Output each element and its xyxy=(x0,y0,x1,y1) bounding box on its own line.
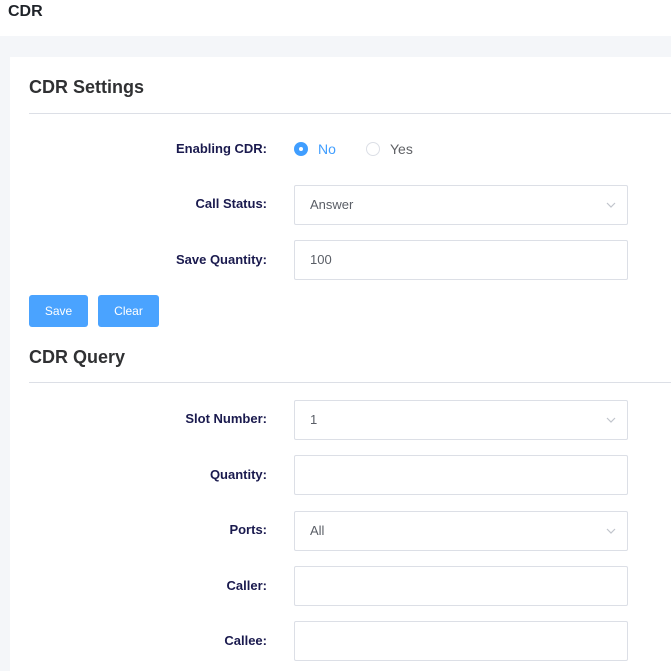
radio-label-no: No xyxy=(318,141,336,157)
radio-label-yes: Yes xyxy=(390,141,413,157)
quantity-input[interactable] xyxy=(294,455,628,495)
radio-checked-icon xyxy=(294,142,308,156)
enabling-cdr-radio-yes[interactable]: Yes xyxy=(366,141,426,157)
callee-label: Callee: xyxy=(224,633,267,648)
call-status-label: Call Status: xyxy=(195,196,267,211)
query-divider xyxy=(29,382,671,383)
callee-input[interactable] xyxy=(294,621,628,661)
slot-number-label: Slot Number: xyxy=(185,411,267,426)
save-button[interactable]: Save xyxy=(29,295,88,327)
ports-label: Ports: xyxy=(229,522,267,537)
enabling-cdr-radio-no[interactable]: No xyxy=(294,141,344,157)
call-status-value: Answer xyxy=(310,197,354,212)
radio-unchecked-icon xyxy=(366,142,380,156)
clear-button[interactable]: Clear xyxy=(98,295,159,327)
query-section-title: CDR Query xyxy=(29,347,126,367)
quantity-label: Quantity: xyxy=(209,467,267,482)
ports-value: All xyxy=(310,523,325,538)
settings-section-title: CDR Settings xyxy=(29,77,145,97)
page-title: CDR xyxy=(8,3,43,20)
caller-input[interactable] xyxy=(294,566,628,606)
call-status-select[interactable]: Answer xyxy=(294,185,628,225)
cdr-card: CDR Settings Enabling CDR: No Yes Call S… xyxy=(10,57,671,671)
save-quantity-input[interactable]: 100 xyxy=(294,240,628,280)
top-bar: CDR xyxy=(0,0,671,36)
save-quantity-label: Save Quantity: xyxy=(175,252,267,267)
enabling-cdr-label: Enabling CDR: xyxy=(176,141,267,156)
ports-select[interactable]: All xyxy=(294,511,628,551)
chevron-down-icon xyxy=(606,417,616,423)
chevron-down-icon xyxy=(606,528,616,534)
settings-divider xyxy=(29,113,671,114)
slot-number-select[interactable]: 1 xyxy=(294,400,628,440)
slot-number-value: 1 xyxy=(310,412,318,427)
chevron-down-icon xyxy=(606,202,616,208)
save-quantity-value: 100 xyxy=(310,252,332,267)
caller-label: Caller: xyxy=(226,578,267,593)
